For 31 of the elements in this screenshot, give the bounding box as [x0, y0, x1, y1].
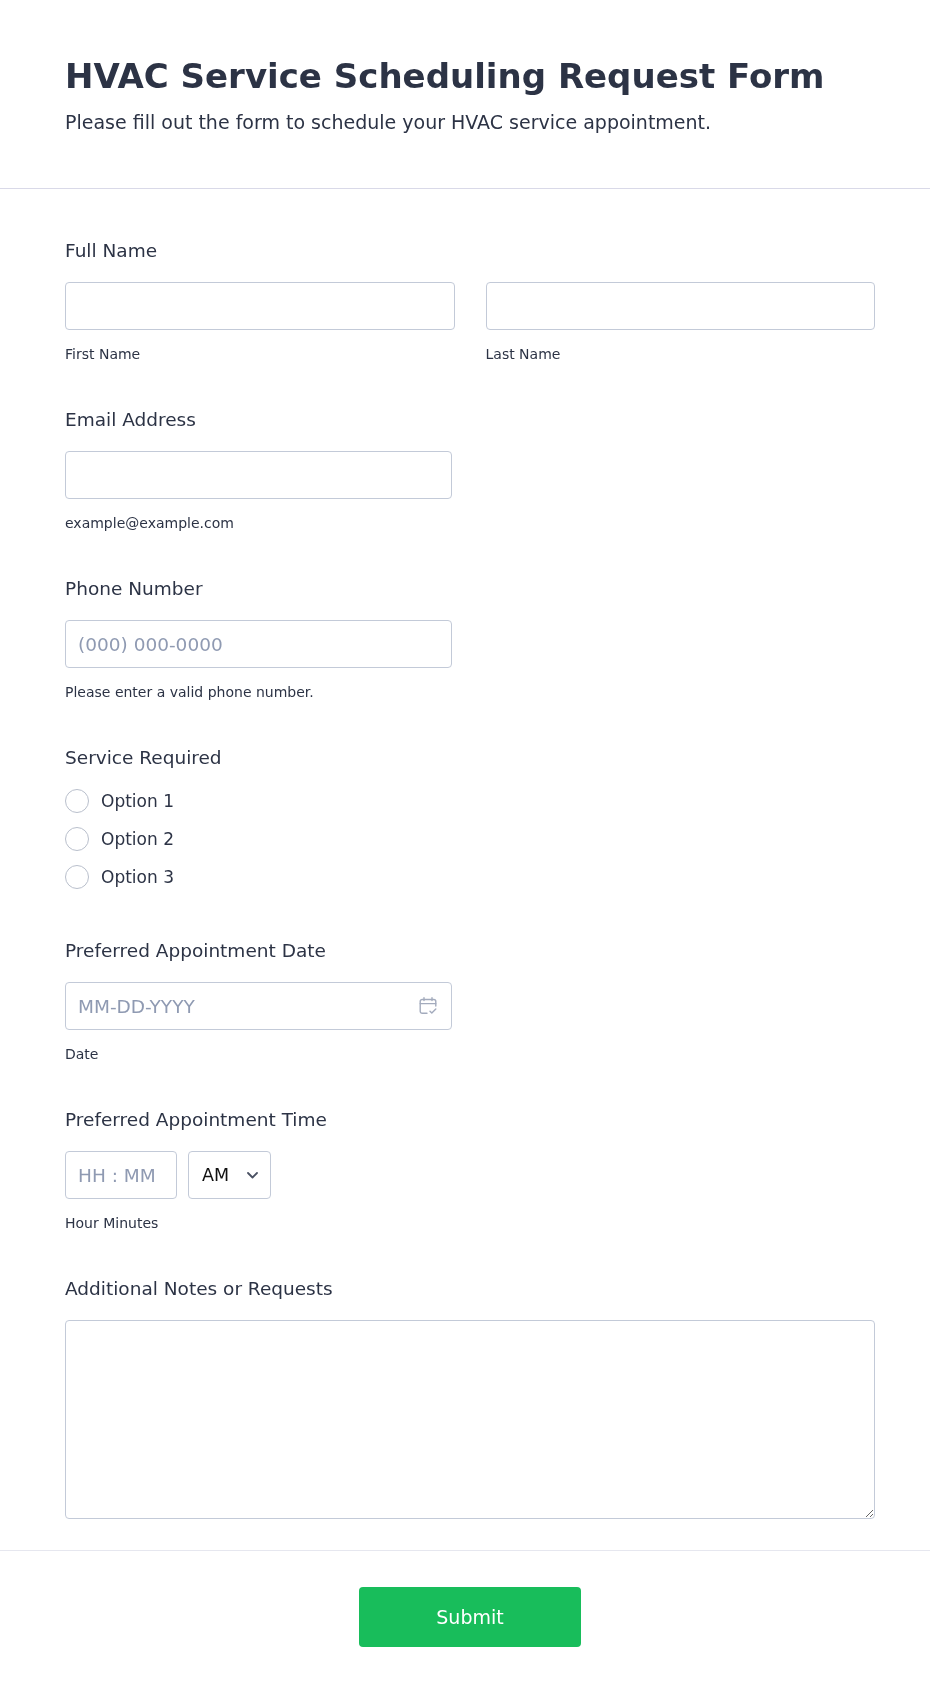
- notes-textarea[interactable]: [65, 1320, 875, 1519]
- field-label: Phone Number: [65, 577, 204, 601]
- field-label: Email Address: [65, 408, 197, 432]
- option-label[interactable]: Option 3: [101, 865, 174, 889]
- form-subtitle: Please fill out the form to schedule your HVAC service appointment.: [65, 110, 713, 134]
- form-title: HVAC Service Scheduling Request Form: [65, 55, 826, 98]
- radio-button[interactable]: [65, 789, 89, 813]
- radio-button[interactable]: [65, 827, 89, 851]
- text-input-field[interactable]: (000) 000-0000: [65, 620, 452, 668]
- option-label[interactable]: Option 2: [101, 827, 174, 851]
- field-caption: example@example.com: [65, 514, 235, 532]
- field-caption: First Name: [65, 345, 142, 363]
- field-label: Preferred Appointment Time: [65, 1108, 328, 1132]
- option-label[interactable]: Option 1: [101, 789, 174, 813]
- radio-button[interactable]: [65, 865, 89, 889]
- field-label: Additional Notes or Requests: [65, 1277, 334, 1301]
- field-caption: Hour Minutes: [65, 1214, 160, 1232]
- field-label: Service Required: [65, 746, 223, 770]
- field-label: Full Name: [65, 239, 159, 263]
- field-caption: Please enter a valid phone number.: [65, 683, 315, 701]
- calendar-icon[interactable]: [419, 997, 437, 1015]
- field-caption: Date: [65, 1045, 100, 1063]
- text-input-field[interactable]: [485, 282, 875, 330]
- date-input-field[interactable]: MM-DD-YYYY: [65, 982, 452, 1030]
- text-input-field[interactable]: [65, 282, 455, 330]
- period-select[interactable]: AM: [188, 1151, 271, 1199]
- text-input-field[interactable]: [65, 451, 452, 499]
- time-input-field[interactable]: HH : MM: [65, 1151, 177, 1199]
- chevron-down-icon: [247, 1171, 258, 1179]
- field-caption: Last Name: [485, 345, 562, 363]
- field-label: Preferred Appointment Date: [65, 939, 327, 963]
